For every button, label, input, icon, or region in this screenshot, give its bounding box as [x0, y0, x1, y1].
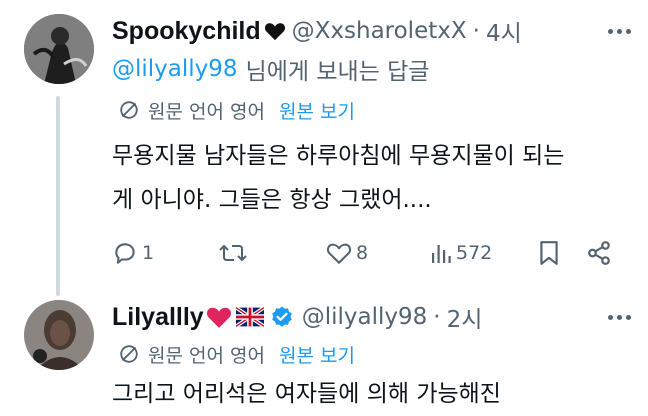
retweet-icon	[218, 240, 248, 266]
avatar-spookychild-image	[24, 14, 94, 84]
tweet1-handle[interactable]: @XxsharoletxX	[292, 18, 467, 44]
more-icon[interactable]	[602, 20, 636, 42]
tweet1-display-name[interactable]: Spookychild	[112, 17, 261, 46]
avatar-lilyallly-image	[24, 300, 94, 370]
retweet-button[interactable]	[218, 236, 248, 270]
tweet1-translate-row: 원문 언어 영어 원본 보기	[118, 96, 355, 124]
tweet1-text-line2: 게 아니야. 그들은 항상 그랬어....	[112, 187, 432, 213]
tweet2-display-name[interactable]: Lilyallly	[112, 303, 204, 332]
tweet1-translate-info: 원문 언어 영어	[148, 100, 265, 123]
avatar-lilyallly[interactable]	[24, 300, 94, 370]
views-button[interactable]: 572	[430, 236, 492, 270]
tweet1-action-bar: 1 8 572	[112, 236, 624, 270]
tweet2-translate-row: 원문 언어 영어 원본 보기	[118, 340, 355, 368]
reply-count: 1	[142, 242, 155, 264]
tweet1-reply-context: @lilyally98 님에게 보내는 답글	[112, 52, 429, 86]
share-icon	[586, 240, 612, 266]
like-button[interactable]: 8	[326, 236, 368, 270]
share-button[interactable]	[586, 236, 612, 270]
red-heart-icon	[206, 305, 232, 329]
tweet1-show-original-link[interactable]: 원본 보기	[279, 97, 355, 124]
bookmark-icon	[538, 240, 560, 266]
tweet1-text: 무용지물 남자들은 하루아침에 무용지물이 되는 게 아니야. 그들은 항상 그…	[112, 134, 564, 222]
tweet1-text-line1: 무용지물 남자들은 하루아침에 무용지물이 되는	[112, 143, 565, 169]
uk-flag-icon	[235, 307, 264, 327]
tweet2-translate-info: 원문 언어 영어	[148, 344, 265, 367]
bookmark-button[interactable]	[538, 236, 560, 270]
tweet1-reply-suffix: 님에게 보내는 답글	[245, 59, 430, 85]
tweet2-header: Lilyallly @lilyally98 · 2시	[112, 300, 482, 334]
black-heart-icon	[264, 21, 286, 41]
tweet1-time[interactable]: 4시	[486, 14, 522, 48]
tweet2-show-original-link[interactable]: 원본 보기	[279, 341, 355, 368]
tweet2-text-line1: 그리고 어리석은 여자들에 의해 가능해진	[112, 381, 501, 407]
avatar-spookychild[interactable]	[24, 14, 94, 84]
view-count: 572	[456, 242, 493, 264]
tweet2-separator: ·	[433, 304, 441, 330]
tweet2-time[interactable]: 2시	[447, 300, 483, 334]
translate-icon	[118, 99, 140, 121]
like-count: 8	[356, 242, 369, 264]
views-icon	[430, 241, 452, 265]
translate-icon	[118, 343, 140, 365]
reply-icon	[112, 240, 138, 266]
tweet2-handle[interactable]: @lilyally98	[302, 304, 428, 330]
reply-button[interactable]: 1	[112, 236, 154, 270]
tweet1-separator: ·	[472, 18, 480, 44]
like-icon	[326, 241, 352, 265]
tweet1-header: Spookychild @XxsharoletxX · 4시	[112, 14, 522, 48]
tweet1-reply-mention[interactable]: @lilyally98	[112, 56, 238, 82]
verified-badge-icon[interactable]	[270, 305, 294, 329]
more-icon[interactable]	[602, 306, 636, 328]
thread-line	[56, 96, 60, 296]
tweet2-text: 그리고 어리석은 여자들에 의해 가능해진	[112, 372, 501, 416]
